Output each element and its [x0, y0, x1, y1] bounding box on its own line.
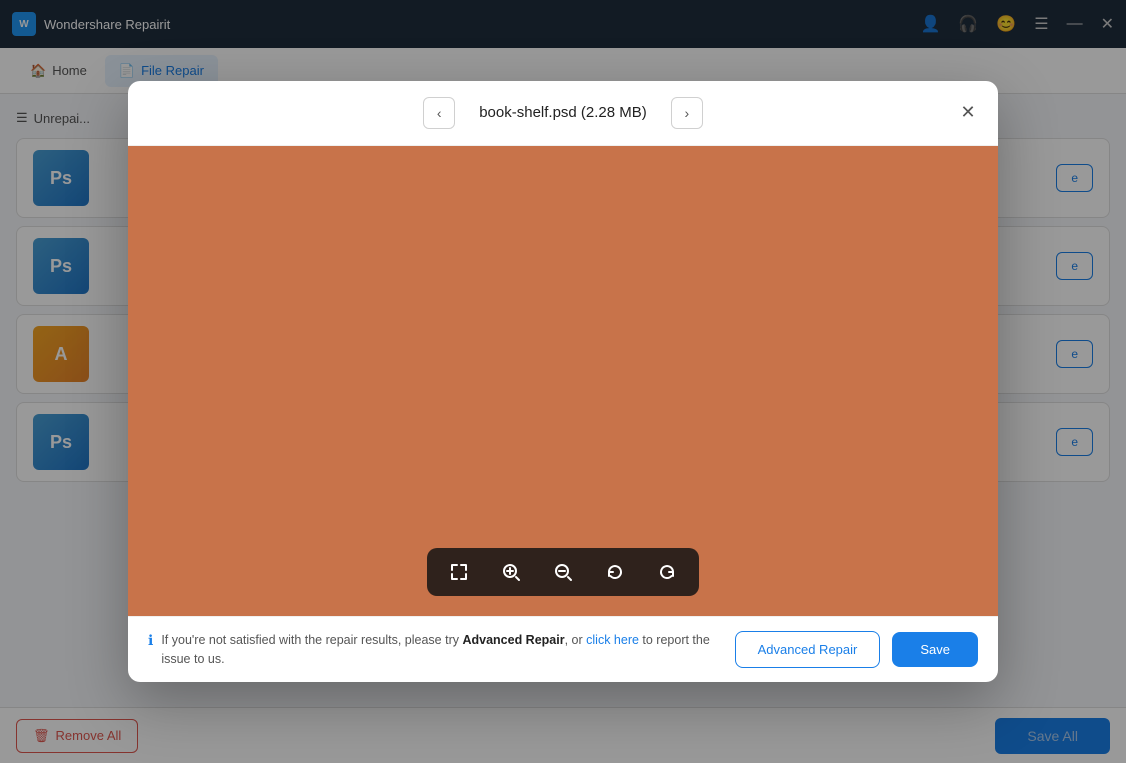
zoom-out-button[interactable]	[547, 556, 579, 588]
rotate-left-button[interactable]	[599, 556, 631, 588]
save-button[interactable]: Save	[892, 632, 978, 667]
modal-close-button[interactable]: ✕	[954, 99, 982, 127]
image-preview-area: BOOK SHELF	[128, 146, 998, 616]
image-toolbar	[427, 548, 699, 596]
advanced-repair-button[interactable]: Advanced Repair	[735, 631, 881, 668]
next-button[interactable]: ›	[671, 97, 703, 129]
info-icon: ℹ	[148, 632, 153, 649]
prev-button[interactable]: ‹	[423, 97, 455, 129]
zoom-in-button[interactable]	[495, 556, 527, 588]
modal-header: ‹ book-shelf.psd (2.28 MB) › ✕	[128, 81, 998, 146]
preview-modal: ‹ book-shelf.psd (2.28 MB) › ✕	[128, 81, 998, 683]
footer-info: ℹ If you're not satisfied with the repai…	[148, 631, 723, 669]
footer-text: If you're not satisfied with the repair …	[161, 631, 722, 669]
app-window: W Wondershare Repairit 👤 🎧 😊 ☰ — ✕ 🏠 Hom…	[0, 0, 1126, 763]
click-here-link[interactable]: click here	[586, 633, 639, 647]
modal-title: book-shelf.psd (2.28 MB)	[479, 104, 647, 121]
rotate-right-button[interactable]	[651, 556, 683, 588]
modal-overlay: ‹ book-shelf.psd (2.28 MB) › ✕	[0, 0, 1126, 763]
modal-footer: ℹ If you're not satisfied with the repai…	[128, 616, 998, 683]
expand-button[interactable]	[443, 556, 475, 588]
modal-nav: ‹ book-shelf.psd (2.28 MB) ›	[423, 97, 703, 129]
